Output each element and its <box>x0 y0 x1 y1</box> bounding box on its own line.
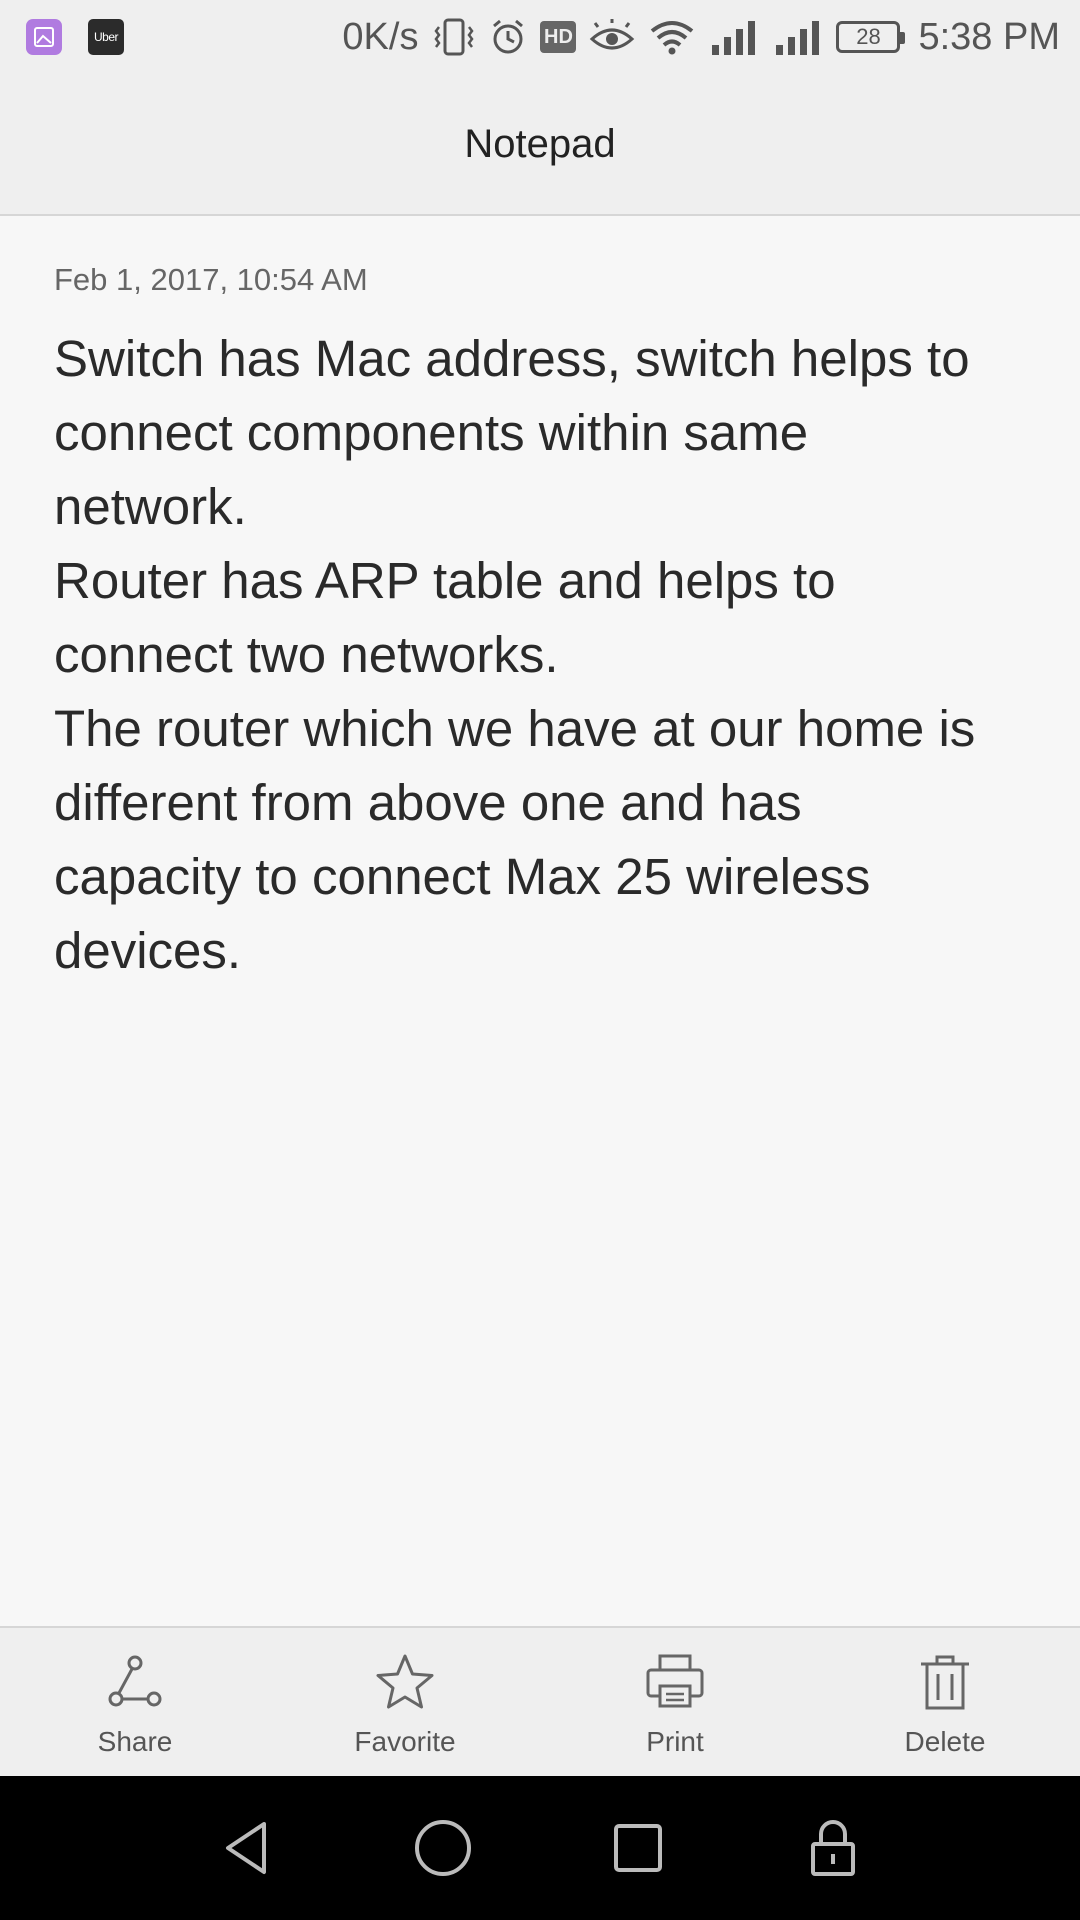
battery-icon: 28 <box>836 21 906 53</box>
back-icon <box>225 1822 266 1874</box>
vibrate-icon <box>432 17 476 57</box>
signal-icon <box>708 17 760 57</box>
delete-button[interactable]: Delete <box>810 1628 1080 1776</box>
recents-icon <box>613 1824 662 1872</box>
home-button[interactable] <box>403 1808 483 1888</box>
clock: 5:38 PM <box>918 15 1060 58</box>
share-label: Share <box>97 1726 173 1757</box>
star-icon <box>374 1650 436 1714</box>
back-button[interactable] <box>208 1808 288 1888</box>
share-icon <box>105 1650 165 1714</box>
eye-comfort-icon <box>588 17 636 57</box>
note-content[interactable]: Feb 1, 2017, 10:54 AM Switch has Mac add… <box>0 216 1080 1626</box>
print-label: Print <box>646 1726 704 1757</box>
note-body[interactable]: Switch has Mac address, switch helps to … <box>54 322 1026 988</box>
status-bar: Uber 0K/s HD 28 5:38 PM <box>0 0 1080 74</box>
uber-icon-label: Uber <box>93 30 119 44</box>
system-status: 0K/s HD 28 5:38 PM <box>342 16 1060 59</box>
system-nav-bar <box>0 1776 1080 1920</box>
network-speed: 0K/s <box>342 15 419 58</box>
uber-app-icon: Uber <box>88 19 124 55</box>
note-action-bar: Share Favorite Print Delete <box>0 1626 1080 1776</box>
note-date: Feb 1, 2017, 10:54 AM <box>54 262 368 297</box>
favorite-button[interactable]: Favorite <box>270 1628 540 1776</box>
share-button[interactable]: Share <box>0 1628 270 1776</box>
print-button[interactable]: Print <box>540 1628 810 1776</box>
lock-icon <box>810 1820 855 1876</box>
gallery-app-icon <box>26 19 62 55</box>
wifi-icon <box>648 17 696 57</box>
page-title: Notepad <box>464 121 616 166</box>
signal-icon <box>772 17 824 57</box>
printer-icon <box>644 1650 706 1714</box>
favorite-label: Favorite <box>354 1726 456 1757</box>
hd-icon: HD <box>540 21 577 53</box>
app-header: Notepad <box>0 74 1080 216</box>
alarm-icon <box>488 17 528 57</box>
lock-button[interactable] <box>793 1808 873 1888</box>
trash-icon <box>917 1650 973 1714</box>
recents-button[interactable] <box>598 1808 678 1888</box>
battery-level: 28 <box>856 24 881 49</box>
delete-label: Delete <box>904 1726 986 1757</box>
home-icon <box>414 1820 471 1876</box>
notification-icons: Uber <box>26 19 124 55</box>
